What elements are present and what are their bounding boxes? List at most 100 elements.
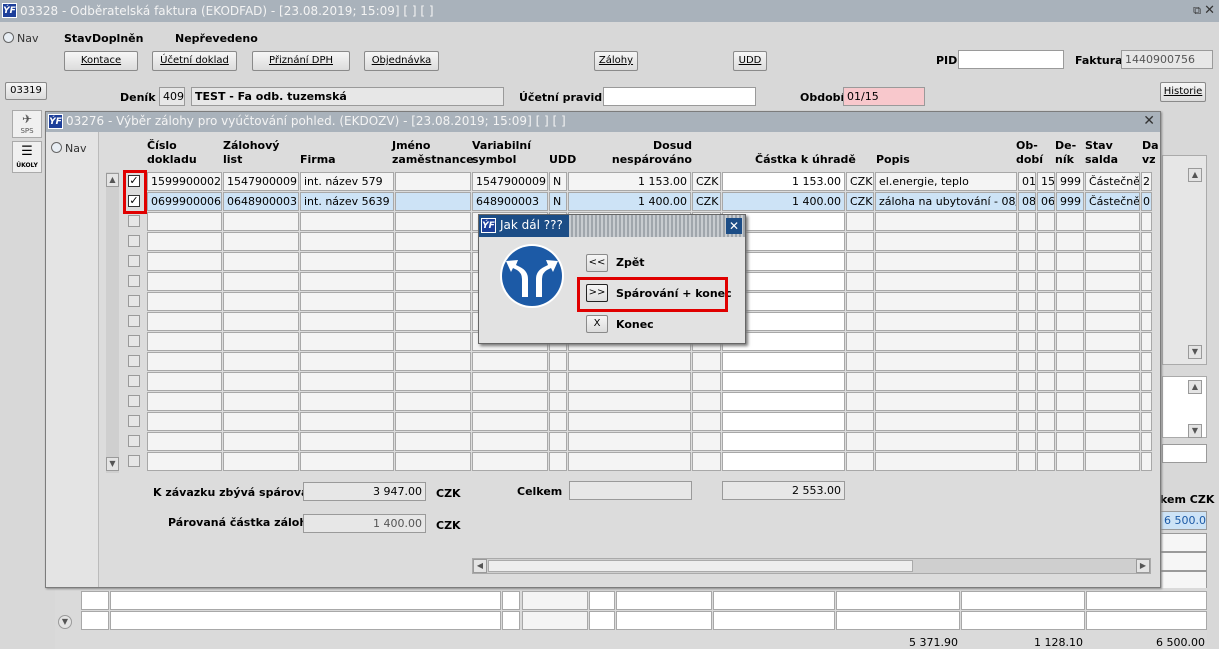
table-cell[interactable] <box>147 332 222 351</box>
table-cell[interactable] <box>1056 412 1084 431</box>
table-cell[interactable] <box>300 372 394 391</box>
k-zavazku-field[interactable]: 3 947.00 <box>303 482 426 501</box>
sps-icon[interactable]: ✈ SPS <box>12 110 42 138</box>
table-cell[interactable] <box>147 252 222 271</box>
table-cell[interactable] <box>1141 452 1152 471</box>
main-grid-scroll-down[interactable]: ▼ <box>58 615 72 629</box>
table-cell[interactable] <box>692 452 721 471</box>
bottom-cell[interactable] <box>522 591 588 610</box>
table-cell[interactable] <box>395 352 471 371</box>
table-cell[interactable] <box>722 412 845 431</box>
table-cell[interactable] <box>1018 272 1036 291</box>
objednavka-button[interactable]: Objednávka <box>364 51 439 71</box>
table-cell[interactable] <box>549 412 567 431</box>
table-cell[interactable] <box>147 272 222 291</box>
table-cell[interactable] <box>875 232 1017 251</box>
bottom-cell[interactable] <box>589 611 615 630</box>
table-cell[interactable] <box>395 452 471 471</box>
row1-zal[interactable]: 1547900009 <box>223 172 299 191</box>
zalohy-nav[interactable]: Nav <box>51 142 86 155</box>
table-cell[interactable] <box>1085 352 1140 371</box>
table-cell[interactable] <box>395 292 471 311</box>
celkem-field[interactable] <box>569 481 692 500</box>
table-cell[interactable] <box>395 392 471 411</box>
table-cell[interactable] <box>1085 432 1140 451</box>
kontace-button[interactable]: Kontace <box>64 51 138 71</box>
table-cell[interactable] <box>147 452 222 471</box>
table-cell[interactable] <box>395 412 471 431</box>
table-cell[interactable] <box>300 392 394 411</box>
row-checkbox[interactable] <box>128 415 140 427</box>
bottom-cell[interactable] <box>110 591 501 610</box>
table-cell[interactable] <box>223 452 299 471</box>
table-cell[interactable] <box>1141 332 1152 351</box>
bottom-cell[interactable] <box>961 611 1085 630</box>
table-cell[interactable] <box>1085 212 1140 231</box>
table-cell[interactable] <box>692 352 721 371</box>
bottom-cell[interactable] <box>616 611 712 630</box>
table-cell[interactable] <box>300 332 394 351</box>
table-cell[interactable] <box>1018 352 1036 371</box>
table-cell[interactable] <box>1141 392 1152 411</box>
main-scroll-up[interactable]: ▲ <box>1188 168 1202 182</box>
row2-n[interactable]: 999 <box>1056 192 1084 211</box>
table-cell[interactable] <box>1141 232 1152 251</box>
row-checkbox[interactable] <box>128 315 140 327</box>
table-cell[interactable] <box>223 272 299 291</box>
back-button[interactable]: << <box>586 254 608 272</box>
table-cell[interactable] <box>1037 272 1055 291</box>
table-cell[interactable] <box>1141 432 1152 451</box>
table-cell[interactable] <box>223 232 299 251</box>
row-checkbox[interactable] <box>128 435 140 447</box>
main-scroll-down-2[interactable]: ▼ <box>1188 424 1202 438</box>
table-cell[interactable] <box>1037 312 1055 331</box>
table-cell[interactable] <box>147 392 222 411</box>
table-cell[interactable] <box>472 372 548 391</box>
table-cell[interactable] <box>846 412 874 431</box>
table-cell[interactable] <box>1018 432 1036 451</box>
table-cell[interactable] <box>300 292 394 311</box>
row2-firma[interactable]: int. název 5639 <box>300 192 394 211</box>
table-cell[interactable] <box>1085 392 1140 411</box>
table-cell[interactable] <box>1018 412 1036 431</box>
table-cell[interactable] <box>1056 272 1084 291</box>
table-cell[interactable] <box>395 372 471 391</box>
row1-mena1[interactable]: CZK <box>692 172 721 191</box>
table-cell[interactable] <box>1018 312 1036 331</box>
table-cell[interactable] <box>1056 292 1084 311</box>
table-cell[interactable] <box>472 412 548 431</box>
ukoly-icon[interactable]: ☰ ÚKOLY <box>12 141 42 173</box>
table-cell[interactable] <box>1037 232 1055 251</box>
bottom-cell[interactable] <box>502 611 520 630</box>
row-checkbox[interactable] <box>128 235 140 247</box>
table-cell[interactable] <box>1037 452 1055 471</box>
table-cell[interactable] <box>1085 292 1140 311</box>
row2-de[interactable]: 06 <box>1037 192 1055 211</box>
table-cell[interactable] <box>846 312 874 331</box>
row1-stav[interactable]: Částečně v <box>1085 172 1140 191</box>
row1-mena2[interactable]: CZK <box>846 172 874 191</box>
row2-castka[interactable]: 1 400.00 <box>722 192 845 211</box>
table-cell[interactable] <box>223 252 299 271</box>
table-cell[interactable] <box>1037 332 1055 351</box>
table-cell[interactable] <box>1056 252 1084 271</box>
row2-mena1[interactable]: CZK <box>692 192 721 211</box>
table-cell[interactable] <box>1085 232 1140 251</box>
table-cell[interactable] <box>846 352 874 371</box>
priznani-dph-button[interactable]: Přiznání DPH <box>252 51 350 71</box>
table-cell[interactable] <box>875 452 1017 471</box>
table-cell[interactable] <box>846 372 874 391</box>
table-cell[interactable] <box>1085 272 1140 291</box>
table-cell[interactable] <box>1141 352 1152 371</box>
row-checkbox[interactable] <box>128 295 140 307</box>
table-cell[interactable] <box>846 272 874 291</box>
main-scroll-down[interactable]: ▼ <box>1188 345 1202 359</box>
table-cell[interactable] <box>1018 332 1036 351</box>
table-cell[interactable] <box>846 212 874 231</box>
table-cell[interactable] <box>223 292 299 311</box>
table-cell[interactable] <box>1141 312 1152 331</box>
row1-cislo[interactable]: 1599900002 <box>147 172 222 191</box>
table-cell[interactable] <box>300 352 394 371</box>
table-cell[interactable] <box>223 412 299 431</box>
table-cell[interactable] <box>1085 332 1140 351</box>
